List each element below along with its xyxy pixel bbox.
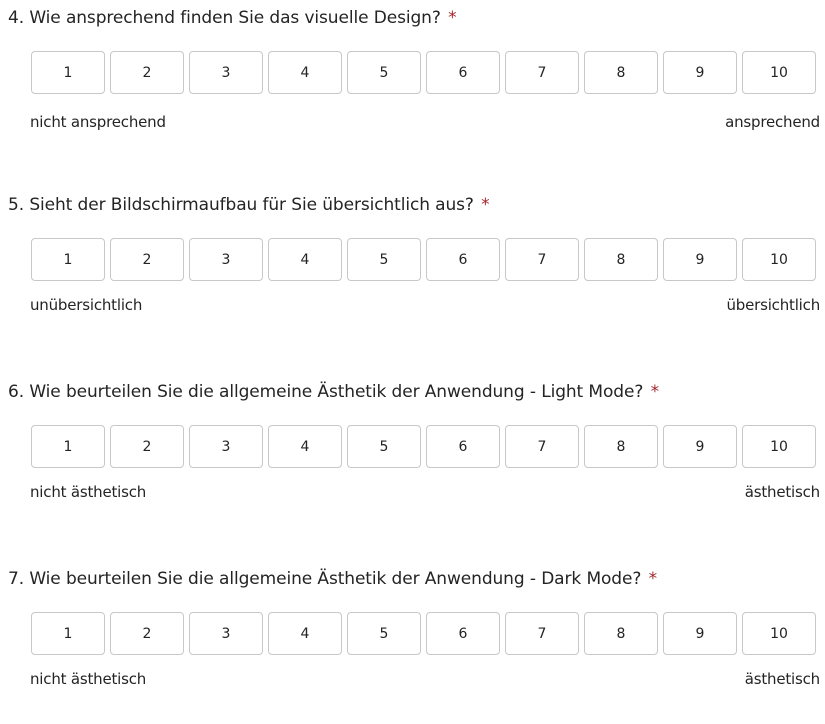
scale-max-label: ästhetisch: [744, 483, 820, 501]
rating-option-9[interactable]: 9: [663, 612, 737, 655]
question-title: 7. Wie beurteilen Sie die allgemeine Äst…: [8, 569, 657, 589]
rating-option-10[interactable]: 10: [742, 51, 816, 94]
question-title: 4. Wie ansprechend finden Sie das visuel…: [8, 8, 457, 28]
scale-min-label: nicht ästhetisch: [30, 483, 147, 501]
rating-option-2[interactable]: 2: [110, 612, 184, 655]
rating-option-4[interactable]: 4: [268, 51, 342, 94]
question-6: 6. Wie beurteilen Sie die allgemeine Äst…: [0, 377, 825, 537]
rating-option-1[interactable]: 1: [31, 51, 105, 94]
rating-option-10[interactable]: 10: [742, 612, 816, 655]
rating-option-3[interactable]: 3: [189, 51, 263, 94]
rating-scale: 1 2 3 4 5 6 7 8 9 10: [31, 238, 816, 281]
rating-option-3[interactable]: 3: [189, 238, 263, 281]
rating-option-9[interactable]: 9: [663, 51, 737, 94]
rating-option-5[interactable]: 5: [347, 51, 421, 94]
rating-option-1[interactable]: 1: [31, 612, 105, 655]
question-title: 5. Sieht der Bildschirmaufbau für Sie üb…: [8, 195, 490, 215]
rating-option-5[interactable]: 5: [347, 238, 421, 281]
rating-option-4[interactable]: 4: [268, 612, 342, 655]
rating-option-8[interactable]: 8: [584, 425, 658, 468]
scale-max-label: ansprechend: [725, 113, 820, 131]
rating-option-2[interactable]: 2: [110, 425, 184, 468]
rating-option-8[interactable]: 8: [584, 238, 658, 281]
rating-option-6[interactable]: 6: [426, 425, 500, 468]
rating-option-5[interactable]: 5: [347, 425, 421, 468]
rating-option-9[interactable]: 9: [663, 425, 737, 468]
rating-option-10[interactable]: 10: [742, 238, 816, 281]
scale-min-label: nicht ästhetisch: [30, 670, 147, 688]
rating-option-7[interactable]: 7: [505, 425, 579, 468]
required-asterisk: *: [648, 569, 658, 589]
question-5: 5. Sieht der Bildschirmaufbau für Sie üb…: [0, 190, 825, 350]
rating-option-7[interactable]: 7: [505, 51, 579, 94]
question-7: 7. Wie beurteilen Sie die allgemeine Äst…: [0, 564, 825, 724]
rating-option-2[interactable]: 2: [110, 238, 184, 281]
question-text: 5. Sieht der Bildschirmaufbau für Sie üb…: [8, 195, 474, 215]
rating-option-2[interactable]: 2: [110, 51, 184, 94]
rating-option-9[interactable]: 9: [663, 238, 737, 281]
question-text: 4. Wie ansprechend finden Sie das visuel…: [8, 8, 441, 28]
required-asterisk: *: [448, 8, 457, 28]
rating-scale: 1 2 3 4 5 6 7 8 9 10: [31, 612, 816, 655]
rating-scale: 1 2 3 4 5 6 7 8 9 10: [31, 425, 816, 468]
rating-option-8[interactable]: 8: [584, 612, 658, 655]
rating-option-1[interactable]: 1: [31, 425, 105, 468]
rating-option-7[interactable]: 7: [505, 612, 579, 655]
rating-option-8[interactable]: 8: [584, 51, 658, 94]
rating-option-3[interactable]: 3: [189, 612, 263, 655]
scale-max-label: übersichtlich: [726, 296, 820, 314]
question-4: 4. Wie ansprechend finden Sie das visuel…: [0, 3, 825, 163]
rating-option-7[interactable]: 7: [505, 238, 579, 281]
rating-option-6[interactable]: 6: [426, 51, 500, 94]
rating-option-6[interactable]: 6: [426, 612, 500, 655]
rating-option-3[interactable]: 3: [189, 425, 263, 468]
scale-min-label: unübersichtlich: [30, 296, 143, 314]
question-text: 7. Wie beurteilen Sie die allgemeine Äst…: [8, 569, 642, 589]
rating-option-10[interactable]: 10: [742, 425, 816, 468]
rating-option-5[interactable]: 5: [347, 612, 421, 655]
rating-option-1[interactable]: 1: [31, 238, 105, 281]
question-title: 6. Wie beurteilen Sie die allgemeine Äst…: [8, 382, 659, 402]
required-asterisk: *: [650, 382, 660, 402]
rating-option-4[interactable]: 4: [268, 238, 342, 281]
rating-option-4[interactable]: 4: [268, 425, 342, 468]
scale-min-label: nicht ansprechend: [30, 113, 166, 131]
scale-max-label: ästhetisch: [744, 670, 820, 688]
rating-option-6[interactable]: 6: [426, 238, 500, 281]
rating-scale: 1 2 3 4 5 6 7 8 9 10: [31, 51, 816, 94]
question-text: 6. Wie beurteilen Sie die allgemeine Äst…: [8, 382, 644, 402]
required-asterisk: *: [481, 195, 490, 215]
